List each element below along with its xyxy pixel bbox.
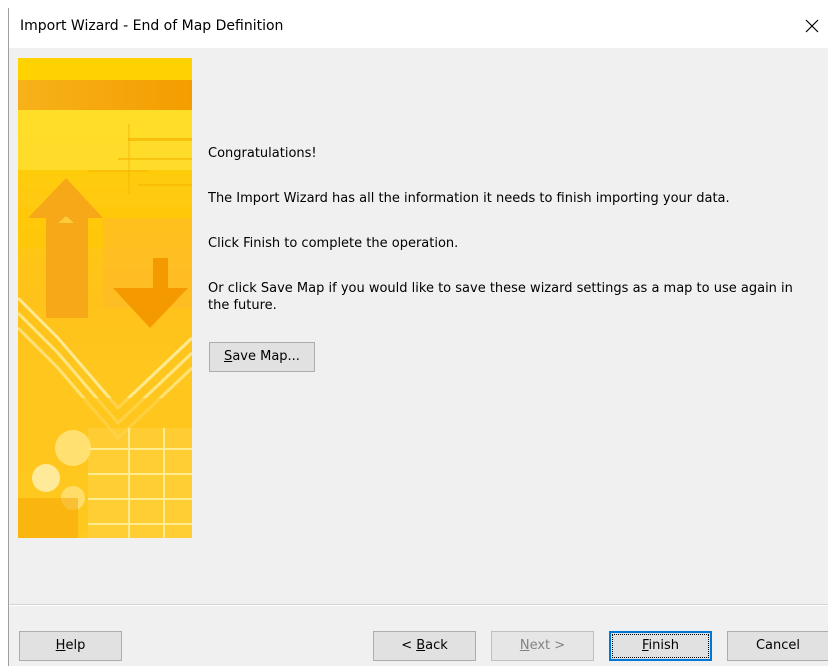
import-wizard-dialog: Import Wizard - End of Map Definition Co… bbox=[8, 8, 828, 666]
info-text: The Import Wizard has all the informatio… bbox=[208, 191, 730, 206]
help-label: elp bbox=[65, 638, 86, 653]
save-map-label: ave Map... bbox=[232, 349, 300, 364]
wizard-side-artwork bbox=[18, 58, 192, 538]
focus-ring bbox=[612, 634, 709, 658]
close-button[interactable] bbox=[795, 8, 828, 44]
title-bar: Import Wizard - End of Map Definition bbox=[9, 8, 828, 48]
save-map-button[interactable]: Save Map... bbox=[209, 342, 315, 372]
back-accel: B bbox=[416, 638, 426, 653]
help-accel: H bbox=[55, 638, 66, 653]
footer-separator bbox=[9, 604, 828, 606]
back-label: ack bbox=[425, 638, 448, 653]
next-accel: N bbox=[519, 638, 530, 653]
save-map-hint: Or click Save Map if you would like to s… bbox=[208, 281, 793, 313]
instruction-text: Click Finish to complete the operation. bbox=[208, 236, 459, 251]
cancel-button[interactable]: Cancel bbox=[727, 631, 828, 661]
back-button[interactable]: < Back bbox=[373, 631, 476, 661]
next-button[interactable]: Next > bbox=[491, 631, 594, 661]
window-title: Import Wizard - End of Map Definition bbox=[20, 18, 284, 34]
close-icon bbox=[805, 19, 819, 33]
next-label: ext > bbox=[529, 638, 566, 653]
back-prefix: < bbox=[401, 638, 417, 653]
help-button[interactable]: Help bbox=[19, 631, 122, 661]
congratulations-heading: Congratulations! bbox=[208, 146, 317, 161]
finish-button[interactable]: Finish bbox=[609, 631, 712, 661]
